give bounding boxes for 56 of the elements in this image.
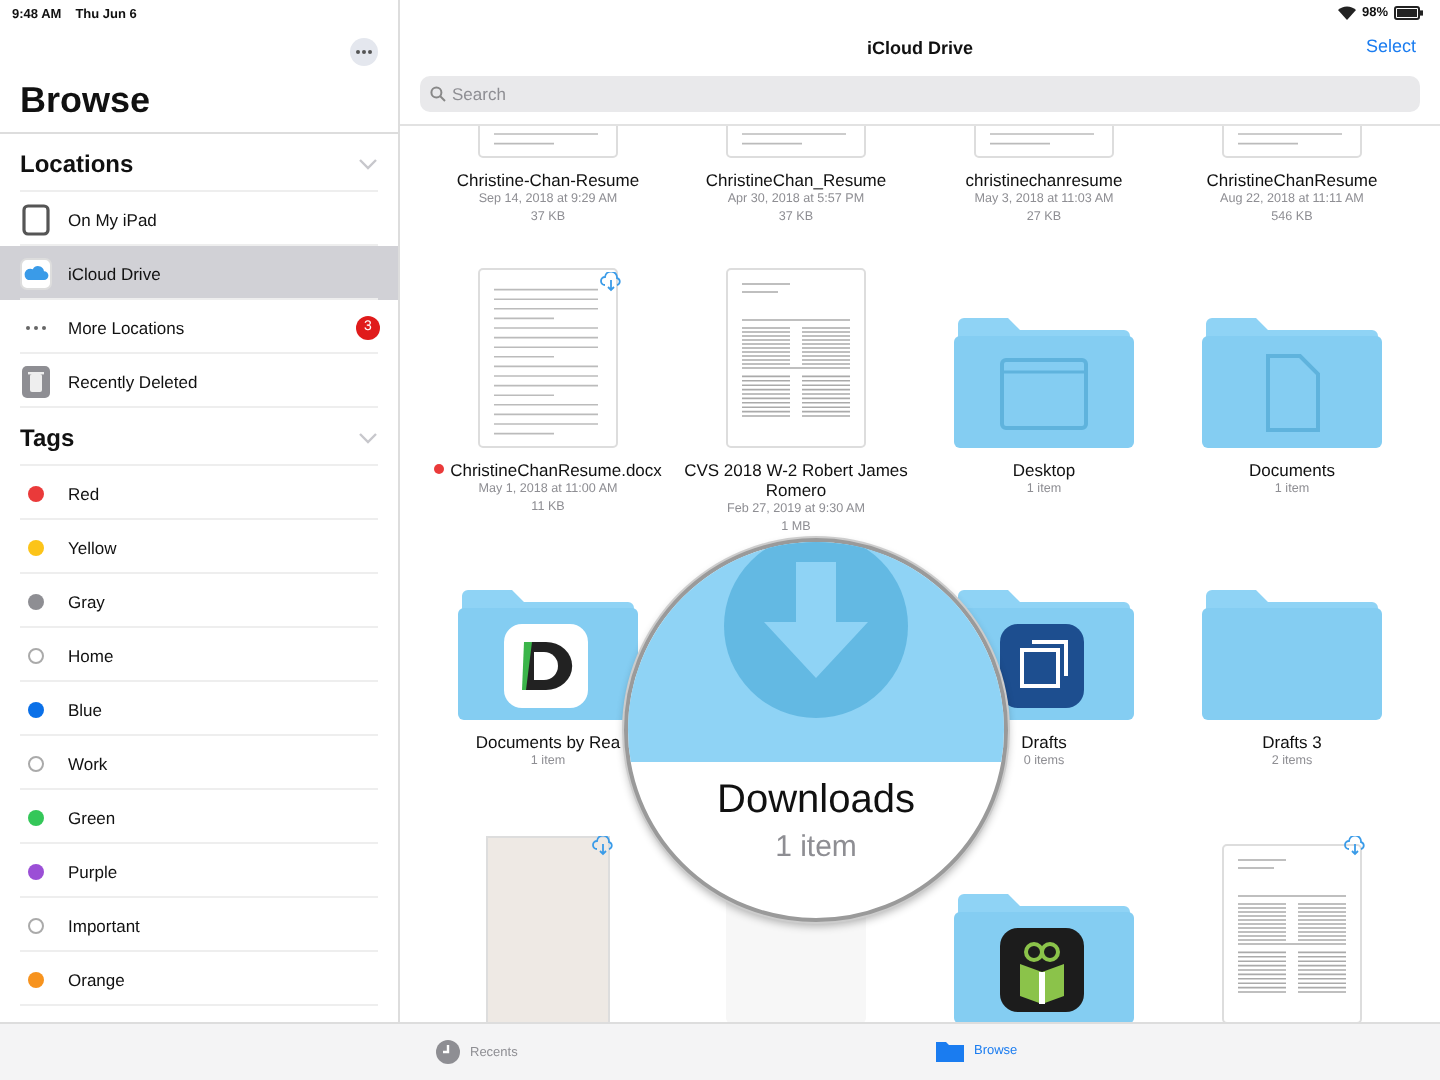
sidebar-item[interactable]: Orange: [0, 952, 398, 1006]
trash-icon: [20, 365, 52, 397]
file-name: Documents: [1249, 460, 1335, 480]
file-name: Desktop: [1012, 460, 1076, 480]
search-field[interactable]: Search: [420, 76, 1420, 112]
folder-icon[interactable]: [458, 588, 638, 720]
tag-dot: [28, 755, 44, 771]
file-name: christinechanresume: [965, 170, 1123, 190]
file-name: Documents by Rea: [475, 732, 621, 752]
file-name: Drafts: [1021, 732, 1067, 752]
sidebar-item[interactable]: Blue: [0, 682, 398, 736]
file-name: Drafts 3: [1262, 732, 1322, 752]
folder-icon[interactable]: [954, 892, 1134, 1024]
battery-icon: [1394, 5, 1424, 19]
sidebar-item[interactable]: On My iPad: [0, 192, 398, 246]
sidebar-item[interactable]: iCloud Drive: [0, 246, 398, 300]
document-thumbnail[interactable]: [1222, 844, 1362, 1024]
document-thumbnail[interactable]: [726, 268, 866, 448]
file-name: Christine-Chan-Resume: [456, 170, 640, 190]
file-name: ChristineChanResume.docx: [450, 460, 662, 480]
sidebar-title: Browse: [0, 76, 398, 134]
document-thumbnail[interactable]: [1222, 126, 1362, 158]
folder-title: iCloud Drive: [866, 38, 973, 58]
sidebar-item[interactable]: Red: [0, 466, 398, 520]
document-thumbnail[interactable]: [478, 126, 618, 158]
chevron-icon[interactable]: [358, 432, 378, 444]
section-title: Locations: [20, 150, 134, 178]
cloud-icon: [20, 257, 52, 289]
clock-icon: [436, 1040, 460, 1064]
ellipsis-icon: [20, 323, 52, 331]
sidebar-item[interactable]: Yellow: [0, 520, 398, 574]
sidebar-item[interactable]: Purple: [0, 844, 398, 898]
sidebar-item[interactable]: Green: [0, 790, 398, 844]
tag-dot: [28, 917, 44, 933]
wifi-icon: [1337, 5, 1356, 19]
sidebar-item[interactable]: Important: [0, 898, 398, 952]
section-title: Tags: [20, 424, 75, 452]
search-icon: [430, 86, 446, 102]
folder-name: Downloads: [717, 778, 915, 824]
item-count: 1 item: [775, 830, 857, 864]
select-button[interactable]: Select: [1365, 36, 1416, 56]
tag-dot: [28, 647, 44, 663]
chevron-icon[interactable]: [358, 158, 378, 170]
sidebar-item[interactable]: Gray: [0, 574, 398, 628]
tablet-icon: [20, 203, 52, 235]
file-name: ChristineChan_Resume: [705, 170, 887, 190]
sidebar-item[interactable]: Recently Deleted: [0, 354, 398, 408]
document-thumbnail[interactable]: [478, 268, 618, 448]
folder-icon: [936, 1040, 964, 1062]
more-options-icon[interactable]: [350, 38, 378, 66]
file-name: ChristineChanResume: [1206, 170, 1378, 190]
document-thumbnail[interactable]: [974, 126, 1114, 158]
document-thumbnail[interactable]: [726, 126, 866, 158]
sidebar-item[interactable]: Home: [0, 628, 398, 682]
sidebar-item[interactable]: Work: [0, 736, 398, 790]
file-name: CVS 2018 W-2 Robert James Romero: [684, 460, 908, 500]
